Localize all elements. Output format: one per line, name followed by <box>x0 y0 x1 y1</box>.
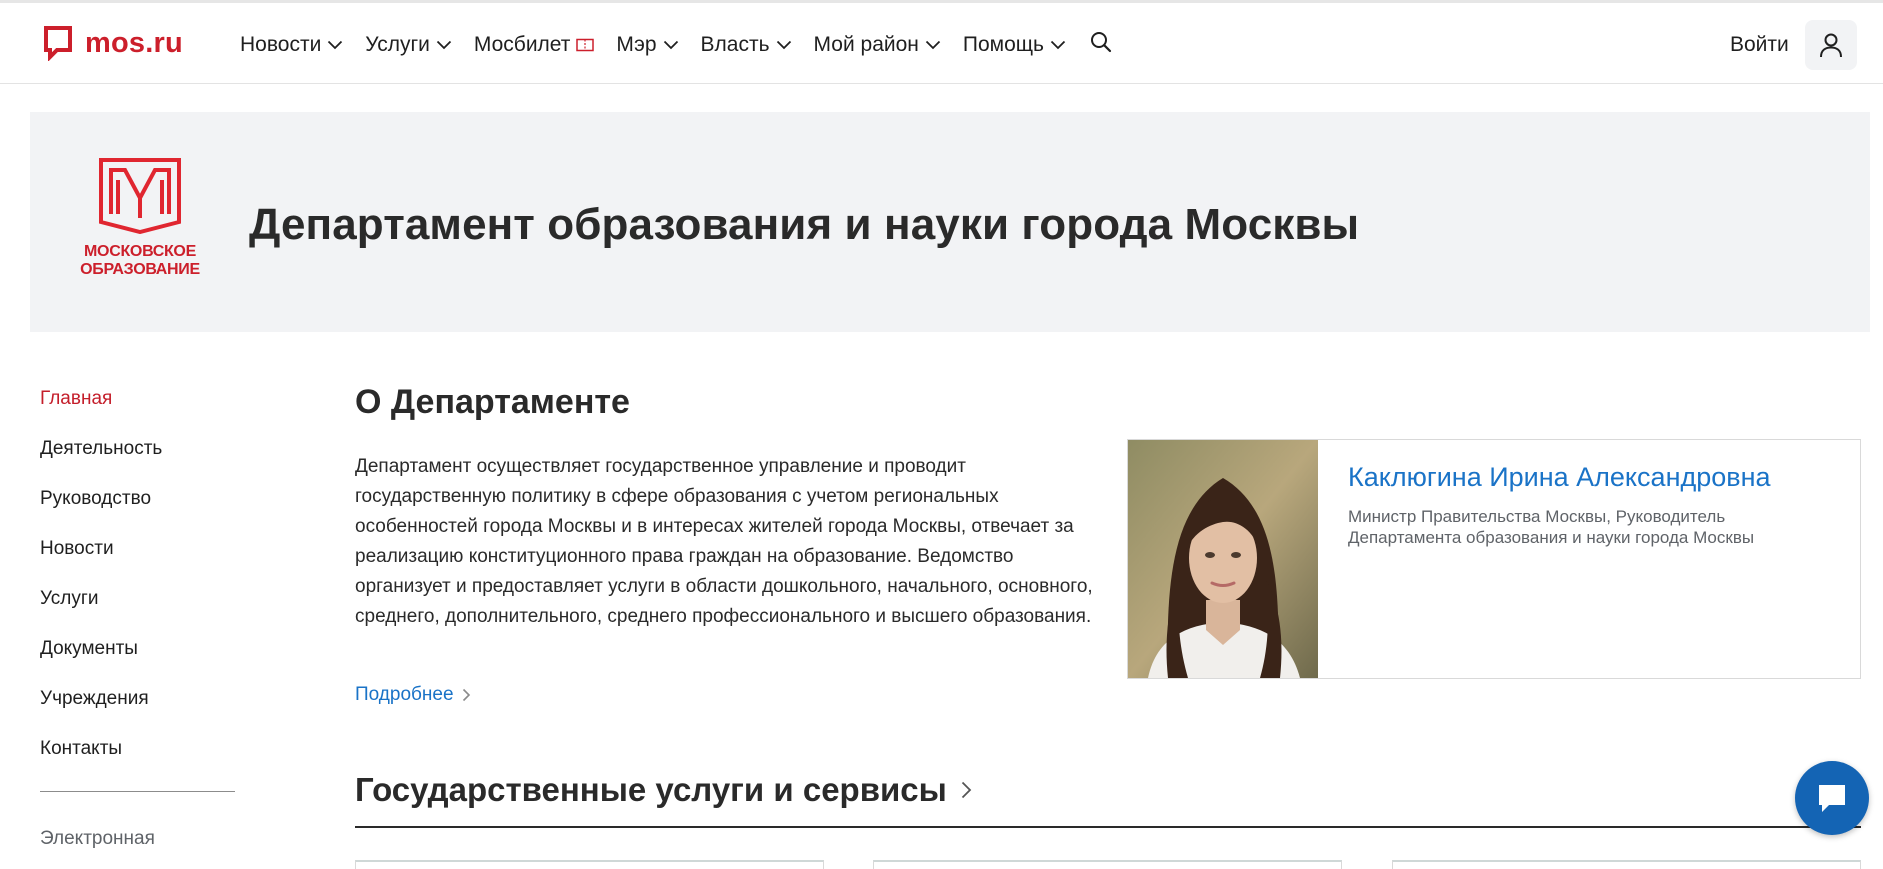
logo-text: mos.ru <box>85 26 183 59</box>
sidebar-item-news[interactable]: Новости <box>40 535 240 585</box>
sidebar-item-services[interactable]: Услуги <box>40 585 240 635</box>
user-profile-button[interactable] <box>1805 20 1857 70</box>
sidebar-item-electronic[interactable]: Электронная <box>40 828 240 850</box>
minister-role: Министр Правительства Москвы, Руководите… <box>1348 507 1755 547</box>
chevron-right-icon <box>462 688 470 702</box>
service-card[interactable] <box>873 860 1342 869</box>
minister-name[interactable]: Каклюгина Ирина Александровна <box>1348 462 1771 493</box>
nav-mosbilet[interactable]: Мосбилет <box>474 33 595 57</box>
nav-mosbilet-label: Мосбилет <box>473 32 571 56</box>
main-nav: Новости Услуги Мосбилет Мэр Власть Мой р… <box>240 31 1112 58</box>
nav-help-label: Помощь <box>962 32 1044 56</box>
about-section-title: О Департаменте <box>355 383 630 421</box>
chevron-down-icon <box>436 40 452 49</box>
ticket-icon <box>576 38 595 51</box>
nav-government[interactable]: Власть <box>701 33 792 57</box>
chat-icon <box>1819 785 1845 812</box>
sidebar-item-contacts[interactable]: Контакты <box>40 735 240 785</box>
services-title-link[interactable]: Государственные услуги и сервисы <box>355 771 1861 809</box>
service-card[interactable] <box>1392 860 1861 869</box>
portrait-image <box>1128 440 1318 678</box>
sidebar-divider <box>40 791 235 792</box>
logo-caption-line2: ОБРАЗОВАНИЕ <box>80 261 200 278</box>
search-icon <box>1091 32 1112 53</box>
chevron-down-icon <box>925 40 941 49</box>
chevron-down-icon <box>1050 40 1066 49</box>
nav-mayor-label: Мэр <box>616 32 657 56</box>
minister-photo <box>1128 440 1318 678</box>
chevron-down-icon <box>328 40 343 49</box>
mos-ru-logo[interactable]: mos.ru <box>43 25 183 61</box>
sidebar-item-institutions[interactable]: Учреждения <box>40 685 240 735</box>
more-link-label: Подробнее <box>355 684 454 705</box>
chat-button[interactable] <box>1795 761 1869 835</box>
nav-my-district[interactable]: Мой район <box>814 33 941 57</box>
more-link[interactable]: Подробнее <box>355 684 471 706</box>
nav-news-label: Новости <box>240 32 322 56</box>
chevron-down-icon <box>776 40 791 49</box>
service-card[interactable] <box>355 860 824 869</box>
sidebar-item-main[interactable]: Главная <box>40 385 240 435</box>
about-description: Департамент осуществляет государственное… <box>355 456 1093 627</box>
chevron-right-icon <box>961 781 972 799</box>
nav-services[interactable]: Услуги <box>365 33 452 57</box>
department-title: Департамент образования и науки города М… <box>249 200 1360 249</box>
moscow-education-logo[interactable]: МОСКОВСКОЕ ОБРАЗОВАНИЕ <box>80 158 200 279</box>
logo-caption-line1: МОСКОВСКОЕ <box>84 243 196 260</box>
sidebar-nav: Главная Деятельность Руководство Новости… <box>40 385 240 850</box>
logo-caption: МОСКОВСКОЕ ОБРАЗОВАНИЕ <box>80 243 200 279</box>
moscow-education-emblem-icon <box>99 158 181 235</box>
minister-card[interactable]: Каклюгина Ирина Александровна Министр Пр… <box>1127 439 1861 679</box>
sidebar-item-documents[interactable]: Документы <box>40 635 240 685</box>
nav-my-district-label: Мой район <box>813 32 919 56</box>
nav-help[interactable]: Помощь <box>963 33 1066 57</box>
nav-mayor[interactable]: Мэр <box>616 33 678 57</box>
sidebar-item-activity[interactable]: Деятельность <box>40 435 240 485</box>
chevron-down-icon <box>663 40 678 49</box>
services-section-header: Государственные услуги и сервисы <box>355 771 1861 828</box>
search-button[interactable] <box>1090 31 1112 58</box>
mos-ru-logo-icon <box>44 26 72 61</box>
department-banner: МОСКОВСКОЕ ОБРАЗОВАНИЕ Департамент образ… <box>30 112 1870 332</box>
login-button[interactable]: Войти <box>1730 33 1789 57</box>
nav-news[interactable]: Новости <box>240 33 343 57</box>
nav-government-label: Власть <box>700 32 770 56</box>
services-title: Государственные услуги и сервисы <box>355 771 947 808</box>
site-header: mos.ru Новости Услуги Мосбилет Мэр Власт… <box>0 3 1883 84</box>
user-icon <box>1820 33 1842 58</box>
sidebar-item-leadership[interactable]: Руководство <box>40 485 240 535</box>
nav-services-label: Услуги <box>365 32 430 56</box>
